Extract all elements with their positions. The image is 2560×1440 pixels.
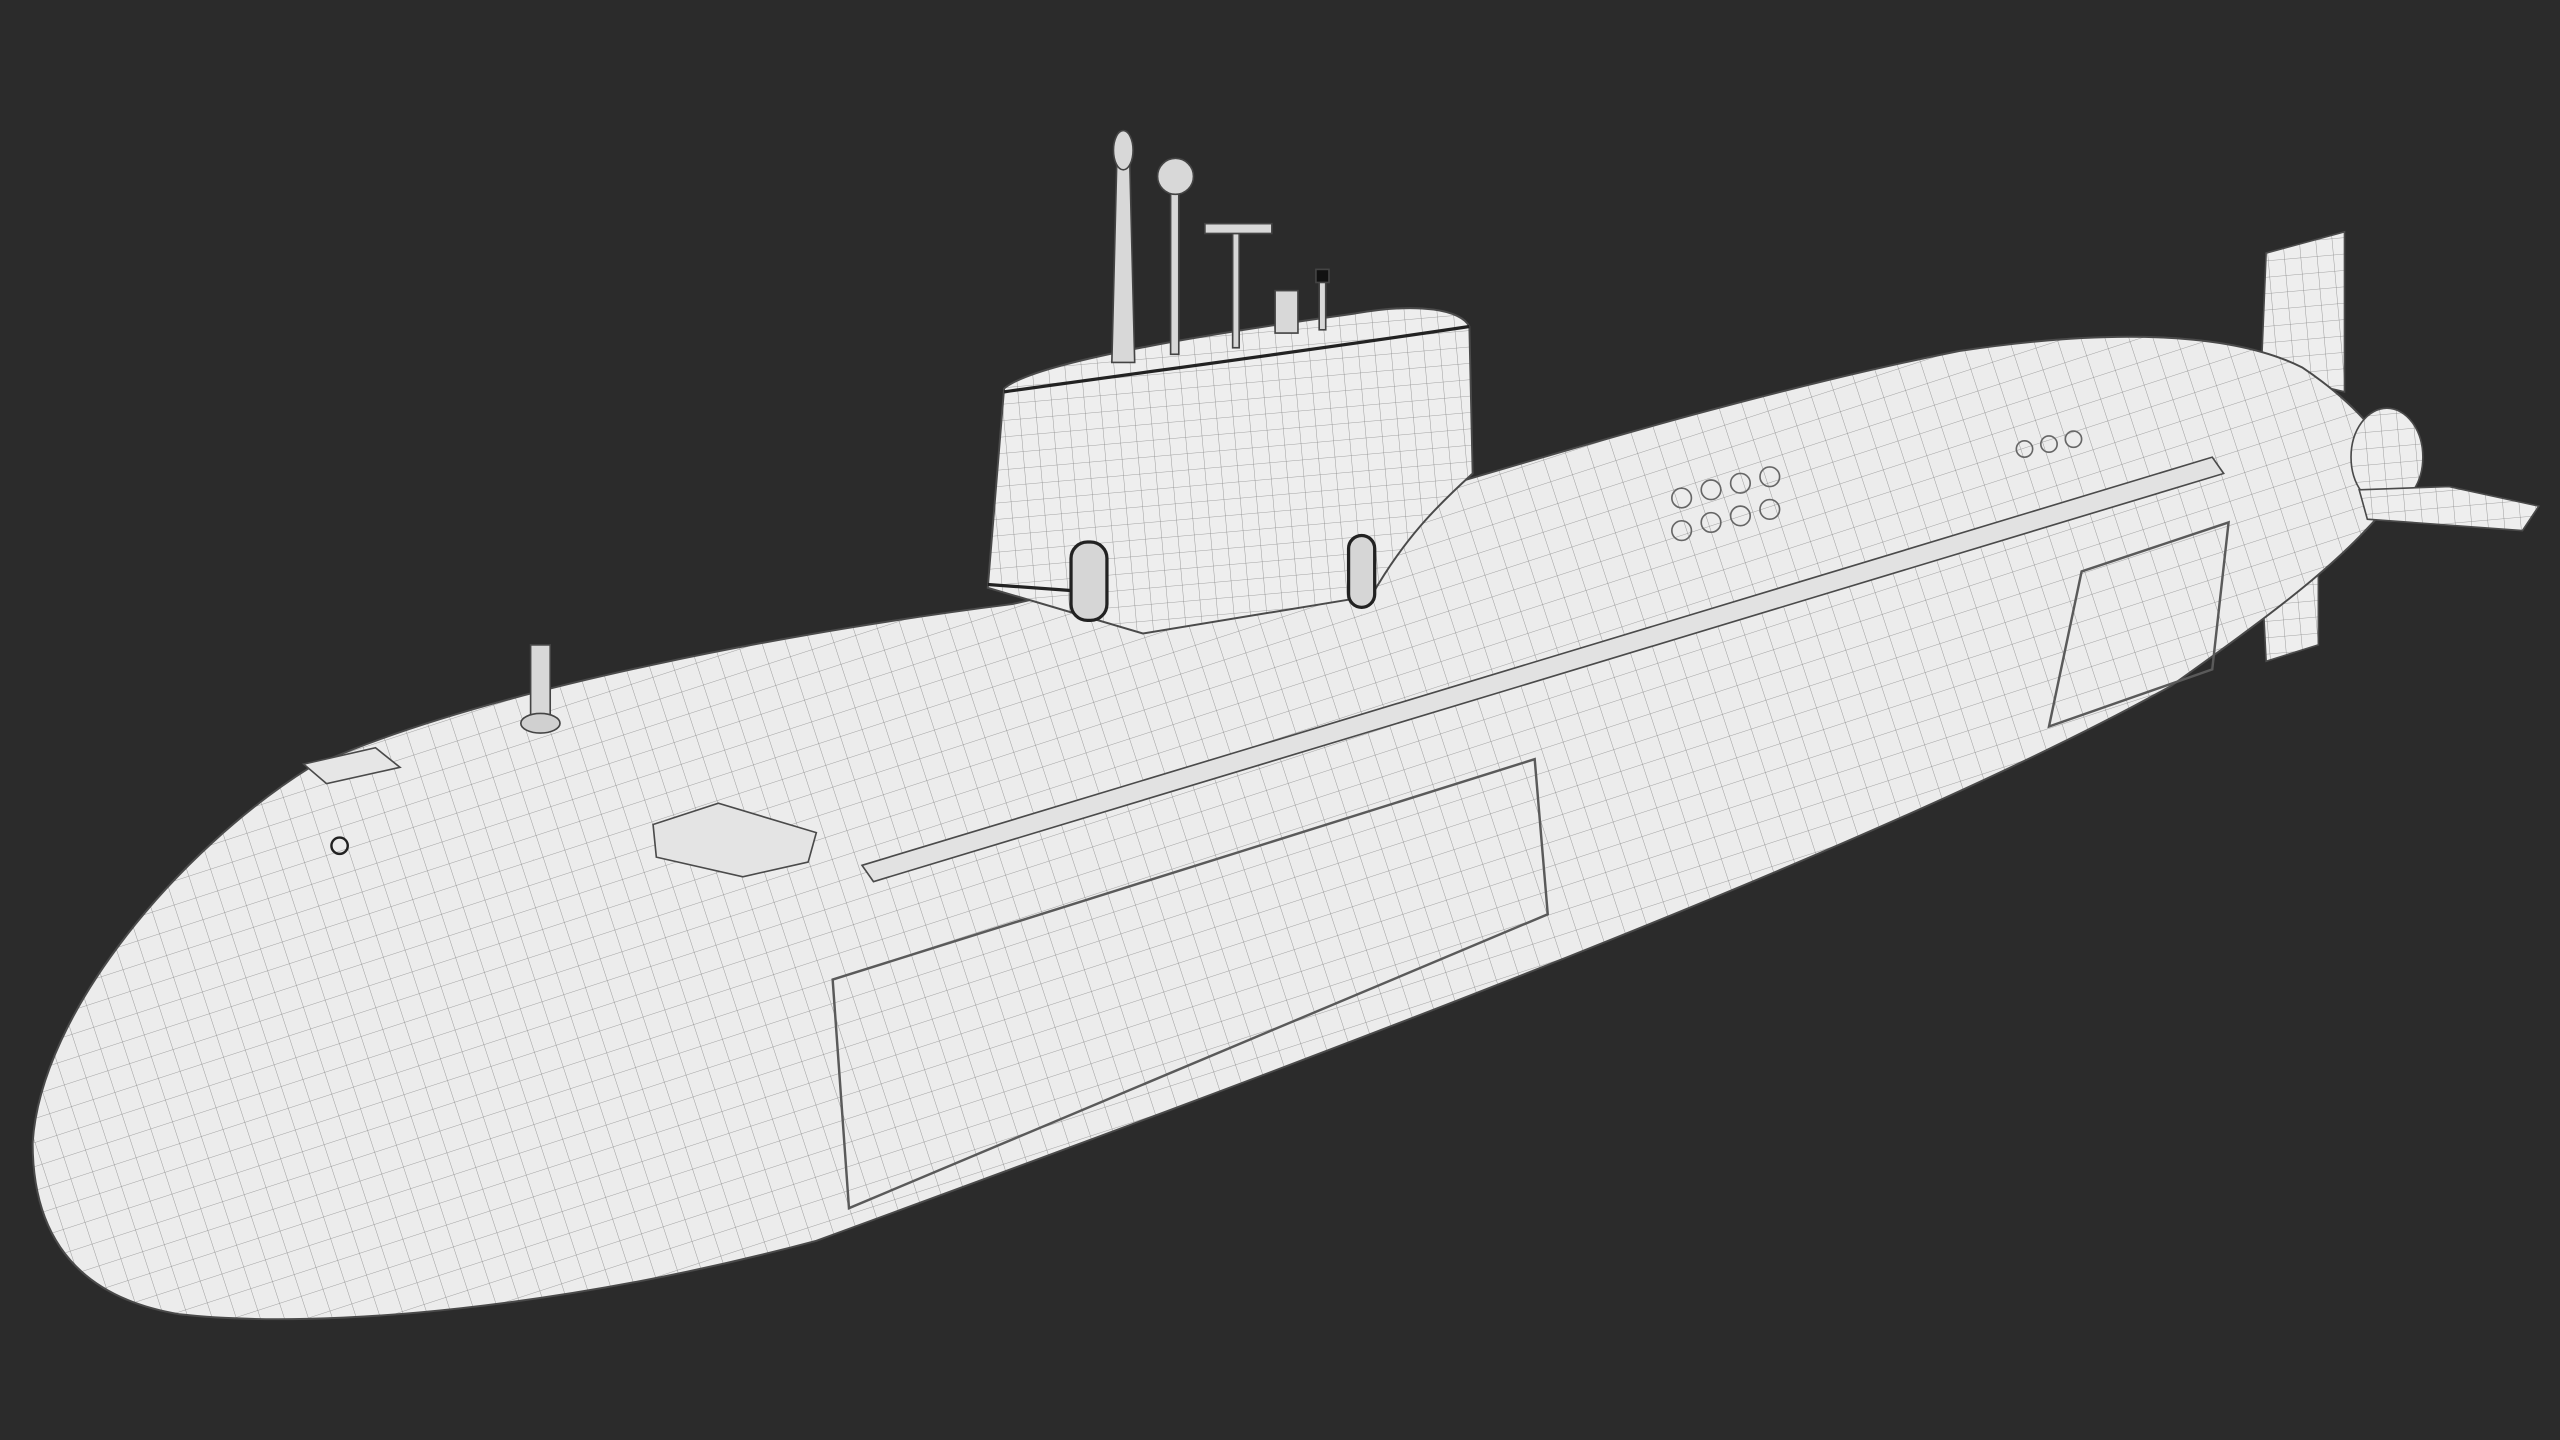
radar-mast	[1169, 186, 1180, 356]
snort-mast	[1274, 289, 1299, 334]
sail-hatch-right	[1346, 533, 1377, 609]
antenna-pole	[1231, 232, 1240, 349]
small-mast	[1318, 276, 1327, 331]
mast-cap	[1315, 268, 1330, 284]
submarine-render-viewport	[0, 0, 2560, 1440]
antenna-bar	[1204, 222, 1273, 235]
bow-mast	[529, 644, 552, 720]
bow-mast-base	[520, 712, 561, 734]
periscope-mast	[1111, 162, 1136, 364]
radar-dome	[1156, 157, 1195, 196]
sail-hatch-left	[1069, 540, 1109, 623]
periscope-head	[1112, 129, 1134, 171]
